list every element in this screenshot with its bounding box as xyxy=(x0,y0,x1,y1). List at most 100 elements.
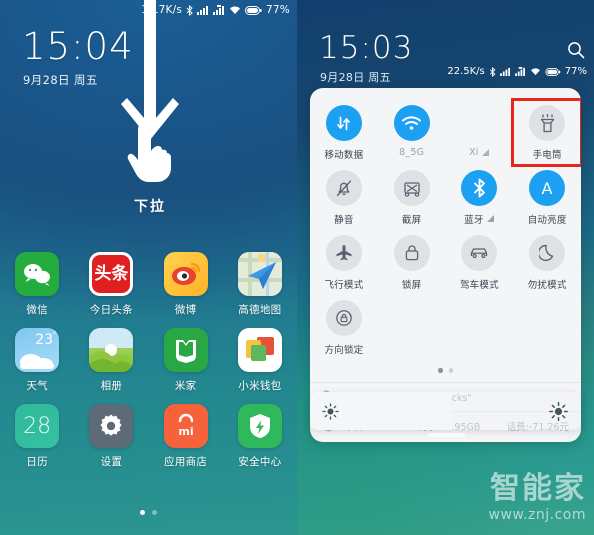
right-date: 9月28日 周五 xyxy=(320,71,391,84)
app-label: 安全中心 xyxy=(238,456,282,468)
brightness-slider[interactable] xyxy=(310,392,581,430)
page-dot-1[interactable] xyxy=(140,510,145,515)
app-label: 微博 xyxy=(174,304,197,316)
battery-icon xyxy=(545,67,560,76)
app-label: 小米钱包 xyxy=(238,380,282,392)
qs-tile-label: 驾车模式 xyxy=(459,280,499,291)
qs-tile-label-sim: Xi xyxy=(469,147,490,158)
signal-2-icon xyxy=(514,67,525,76)
qs-tile-label: 飞行模式 xyxy=(324,280,364,291)
app-store[interactable]: mi 应用商店 xyxy=(149,404,223,469)
app-gallery[interactable]: 相册 xyxy=(74,328,148,393)
wechat-icon xyxy=(15,252,60,296)
app-wechat[interactable]: 微信 xyxy=(0,252,74,317)
mobile-data-icon xyxy=(325,105,362,141)
app-weather[interactable]: 23 ° 天气 xyxy=(0,328,74,393)
app-label: 相册 xyxy=(100,380,123,392)
signal-1-icon xyxy=(197,6,209,15)
toutiao-icon: 头条 xyxy=(89,252,134,296)
left-phone-home-screen: 1.17K/s 77% 15:04 9月28日 周五 下拉 微信 头条 今日头条… xyxy=(0,0,297,535)
gallery-icon xyxy=(89,328,134,372)
lock-icon xyxy=(393,235,430,271)
signal-2-icon xyxy=(213,5,225,15)
page-dot-2[interactable] xyxy=(152,510,157,515)
app-settings[interactable]: 设置 xyxy=(74,404,148,469)
network-speed-text: 22.5K/s xyxy=(447,66,485,77)
qs-tile-label: 移动数据 xyxy=(324,150,364,161)
qs-tile-airplane[interactable]: 飞行模式 xyxy=(310,230,378,295)
app-label: 今日头条 xyxy=(89,304,133,316)
qs-tile-sim[interactable]: Xi xyxy=(446,100,514,165)
wifi-icon xyxy=(530,68,540,76)
watermark-url: www.znj.com xyxy=(488,507,586,523)
security-shield-icon xyxy=(237,404,282,448)
watermark: 智能家 www.znj.com xyxy=(488,471,586,524)
qs-tile-label-wifi: 8_5G xyxy=(399,147,425,158)
hand-pointer-icon xyxy=(127,124,171,182)
qs-tile-auto-brightness[interactable]: A 自动亮度 xyxy=(513,165,581,230)
app-mijia[interactable]: 米家 xyxy=(149,328,223,393)
airplane-icon xyxy=(325,235,362,271)
qs-tile-bluetooth[interactable]: 蓝牙 xyxy=(446,165,514,230)
qs-tile-label: 蓝牙 xyxy=(464,212,494,226)
search-icon[interactable] xyxy=(567,41,585,59)
app-label: 天气 xyxy=(26,380,48,392)
app-calendar[interactable]: 28 日历 xyxy=(0,404,74,469)
calendar-icon: 28 xyxy=(15,404,60,448)
qs-tile-wifi[interactable]: 8_5G xyxy=(378,100,446,165)
app-grid: 微信 头条 今日头条 微博 高德地图 23 ° 天气 相册 米家 小米钱包 28… xyxy=(0,252,297,480)
qs-tile-mobile-data[interactable]: 移动数据 xyxy=(310,100,378,165)
qs-page-dot-2[interactable] xyxy=(448,368,453,373)
right-status-bar: 22.5K/s 77% xyxy=(447,66,587,77)
qs-tile-label: 勿扰模式 xyxy=(527,280,567,291)
qs-tile-lock-screen[interactable]: 锁屏 xyxy=(378,230,446,295)
rotation-lock-icon xyxy=(325,300,362,336)
mijia-icon xyxy=(163,328,208,372)
qs-tile-mute[interactable]: 静音 xyxy=(310,165,378,230)
bluetooth-icon xyxy=(461,170,498,206)
app-weibo[interactable]: 微博 xyxy=(149,252,223,317)
amap-icon xyxy=(237,252,282,296)
battery-icon xyxy=(245,5,262,15)
qs-tile-label: 截屏 xyxy=(401,215,422,226)
screenshot-icon xyxy=(393,170,430,206)
calendar-day: 28 xyxy=(23,413,52,439)
wifi-icon xyxy=(230,6,241,14)
auto-brightness-icon: A xyxy=(529,170,566,206)
screenshot-root: 1.17K/s 77% 15:04 9月28日 周五 下拉 微信 头条 今日头条… xyxy=(0,0,594,535)
watermark-cn: 智能家 xyxy=(490,471,586,506)
brightness-low-icon xyxy=(322,402,339,420)
pull-down-label: 下拉 xyxy=(134,199,166,215)
qs-tile-driving-mode[interactable]: 驾车模式 xyxy=(446,230,514,295)
signal-1-icon xyxy=(499,67,510,76)
quick-settings-panel: 移动数据 8_5G Xi 手电筒 静音 截屏 蓝牙 A 自动亮度 飞行模式 锁屏… xyxy=(310,88,581,442)
battery-percent-text: 77% xyxy=(266,4,290,16)
mute-bell-icon xyxy=(325,170,362,206)
home-page-dots xyxy=(0,510,297,515)
right-phone-control-center: 15:03 9月28日 周五 22.5K/s 77% 移动数据 8_5G Xi … xyxy=(297,0,594,535)
qs-tile-rotation-lock[interactable]: 方向锁定 xyxy=(310,295,378,360)
car-icon xyxy=(461,235,498,271)
qs-tile-dnd[interactable]: 勿扰模式 xyxy=(513,230,581,295)
quick-settings-grid: 移动数据 8_5G Xi 手电筒 静音 截屏 蓝牙 A 自动亮度 飞行模式 锁屏… xyxy=(310,98,581,360)
qs-tile-flashlight[interactable]: 手电筒 xyxy=(511,98,581,167)
svg-text:mi: mi xyxy=(178,425,193,438)
qs-tile-label: 自动亮度 xyxy=(527,215,567,226)
app-toutiao[interactable]: 头条 今日头条 xyxy=(74,252,148,317)
app-mi-wallet[interactable]: 小米钱包 xyxy=(223,328,297,393)
qs-tile-screenshot[interactable]: 截屏 xyxy=(378,165,446,230)
brightness-high-icon xyxy=(549,401,568,421)
app-security[interactable]: 安全中心 xyxy=(223,404,297,469)
home-indicator[interactable] xyxy=(426,433,465,437)
app-amap[interactable]: 高德地图 xyxy=(223,252,297,317)
app-row-1: 微信 头条 今日头条 微博 高德地图 xyxy=(0,252,297,328)
weather-temp: 23 xyxy=(35,332,54,348)
pull-down-gesture: 下拉 xyxy=(113,0,187,230)
settings-gear-icon xyxy=(89,404,134,448)
app-label: 微信 xyxy=(26,304,48,316)
qs-page-dot-1[interactable] xyxy=(438,368,443,373)
bluetooth-icon xyxy=(489,66,496,77)
flashlight-icon xyxy=(529,105,566,141)
app-row-2: 23 ° 天气 相册 米家 小米钱包 xyxy=(0,328,297,404)
qs-tile-label: 锁屏 xyxy=(401,280,422,291)
